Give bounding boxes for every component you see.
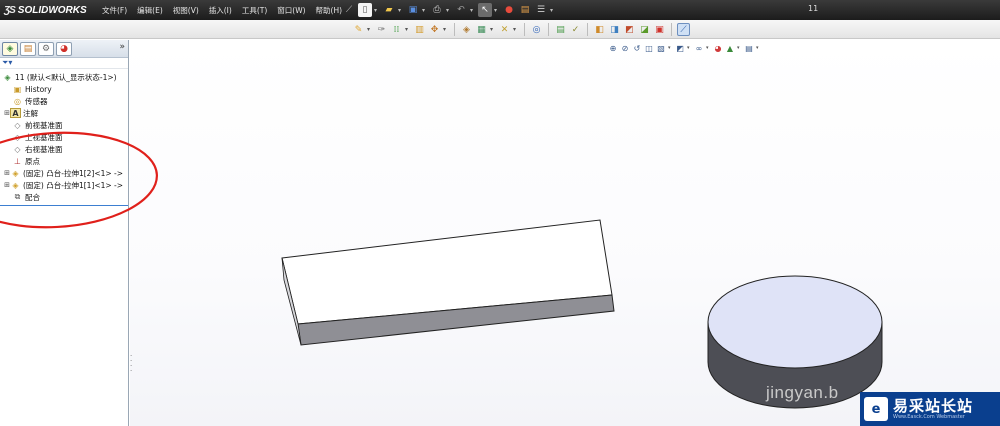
brand-watermark: e 易采站长站 Www.Easck.Com Webmaster: [860, 392, 1000, 426]
model-viewport: [0, 131, 883, 409]
brand-logo-icon: e: [864, 397, 888, 421]
rectangular-block[interactable]: [281, 219, 615, 346]
brand-name: 易采站长站: [893, 396, 974, 415]
brand-url: Www.Easck.Com Webmaster: [893, 413, 965, 420]
watermark-text: jingyan.b: [766, 383, 839, 402]
annotation-circle: [0, 131, 158, 229]
